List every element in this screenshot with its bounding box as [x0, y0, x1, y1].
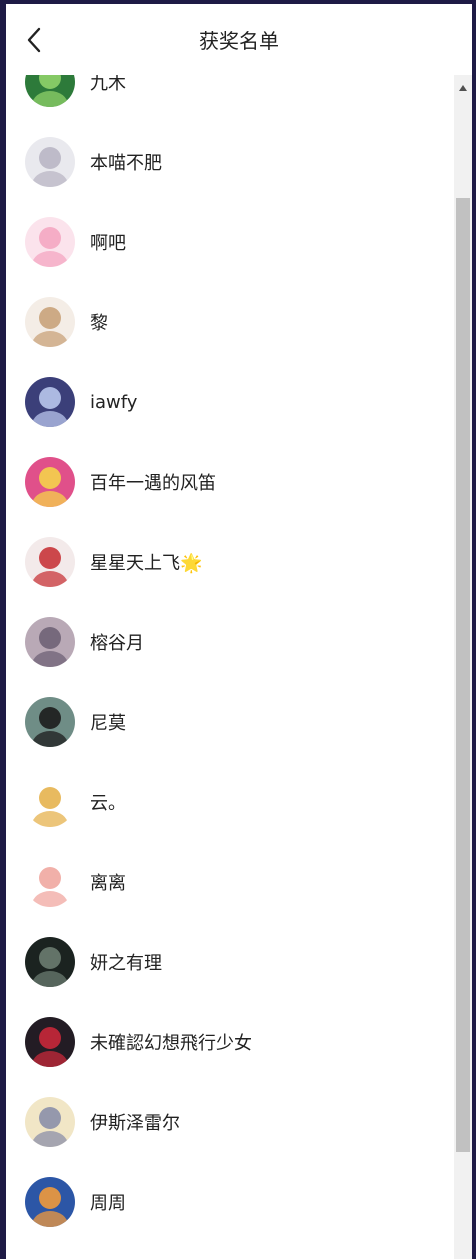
- avatar: [25, 217, 75, 267]
- avatar: [25, 857, 75, 907]
- avatar: [25, 137, 75, 187]
- avatar: [25, 75, 75, 107]
- avatar: [25, 297, 75, 347]
- list-item: 百年一遇的风笛: [6, 442, 454, 522]
- winner-name: 啊吧: [90, 233, 126, 254]
- winner-name: 离离: [90, 873, 126, 894]
- list-item: 啊吧: [6, 202, 454, 282]
- list-item: 星星天上飞🌟: [6, 522, 454, 602]
- list-item: 榕谷月: [6, 602, 454, 682]
- winner-name: 未確認幻想飛行少女: [90, 1033, 252, 1054]
- winner-name: 尼莫: [90, 713, 126, 734]
- avatar: [25, 457, 75, 507]
- avatar: [25, 1017, 75, 1067]
- arrow-up-icon: [459, 85, 467, 91]
- list-item: 九木: [6, 75, 454, 122]
- avatar: [25, 1177, 75, 1227]
- winner-name: 云。: [90, 793, 126, 814]
- list-item: 尼莫: [6, 682, 454, 762]
- avatar: [25, 1097, 75, 1147]
- avatar: [25, 697, 75, 747]
- scrollbar[interactable]: [454, 75, 472, 1259]
- header-bar: 获奖名单: [6, 4, 472, 75]
- chevron-left-icon: [27, 27, 41, 53]
- list-item: 云。: [6, 762, 454, 842]
- avatar: [25, 377, 75, 427]
- page-title: 获奖名单: [199, 31, 279, 53]
- winner-name: 本喵不肥: [90, 153, 162, 174]
- list-item: 本喵不肥: [6, 122, 454, 202]
- winner-name: 星星天上飞🌟: [90, 553, 203, 574]
- list-item: 伊斯泽雷尔: [6, 1082, 454, 1162]
- avatar: [25, 617, 75, 667]
- winner-list-page: 获奖名单 九木本喵不肥啊吧黎 iawfy 百年一遇的风笛 星星天上飞🌟 榕谷月尼莫云。离…: [6, 4, 472, 1259]
- winner-name: 九木: [90, 75, 126, 94]
- list-item: 黎: [6, 282, 454, 362]
- avatar: [25, 537, 75, 587]
- winner-name: 黎: [90, 313, 108, 334]
- list-item: 未確認幻想飛行少女: [6, 1002, 454, 1082]
- list-item: 周周: [6, 1162, 454, 1242]
- winner-name: 妍之有理: [90, 953, 162, 974]
- winner-list: 九木本喵不肥啊吧黎 iawfy 百年一遇的风笛 星星天上飞🌟 榕谷月尼莫云。离离妍之有理…: [6, 75, 454, 1242]
- winner-name: 周周: [90, 1193, 126, 1214]
- winner-name: 百年一遇的风笛: [90, 473, 216, 494]
- scroll-up-button[interactable]: [454, 75, 472, 101]
- winner-name: 伊斯泽雷尔: [90, 1113, 180, 1134]
- list-item: 离离: [6, 842, 454, 922]
- winner-list-viewport[interactable]: 九木本喵不肥啊吧黎 iawfy 百年一遇的风笛 星星天上飞🌟 榕谷月尼莫云。离离妍之有理…: [6, 75, 472, 1259]
- scroll-thumb[interactable]: [456, 198, 470, 1152]
- list-item: iawfy: [6, 362, 454, 442]
- winner-name: 榕谷月: [90, 633, 144, 654]
- winner-name: iawfy: [90, 391, 138, 413]
- avatar: [25, 777, 75, 827]
- avatar: [25, 937, 75, 987]
- back-button[interactable]: [18, 24, 50, 56]
- list-item: 妍之有理: [6, 922, 454, 1002]
